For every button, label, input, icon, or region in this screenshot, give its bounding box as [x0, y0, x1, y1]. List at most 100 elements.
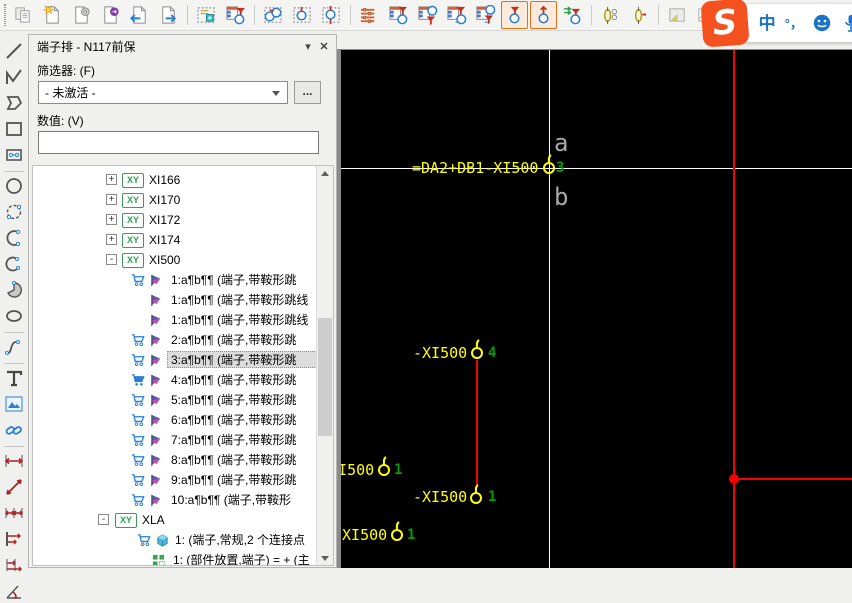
sort-terminals-button[interactable]: [414, 1, 441, 29]
emoji-button[interactable]: [812, 13, 832, 33]
move-toggle-button[interactable]: [530, 1, 557, 29]
terminal-row-6[interactable]: 6:a¶b¶¶ (端子,带鞍形跳: [33, 410, 319, 430]
circle-tool[interactable]: [2, 174, 26, 198]
rounded-rectangle-tool[interactable]: [2, 143, 26, 167]
dim-angle-tool[interactable]: [2, 579, 26, 603]
terminal-row-1a[interactable]: 1:a¶b¶¶ (端子,带鞍形跳: [33, 270, 319, 290]
xla-terminal-row[interactable]: 1: (端子,常规,2 个连接点: [33, 530, 319, 550]
dim-linear-tool[interactable]: [2, 449, 26, 473]
terminal-symbol-4[interactable]: [376, 456, 392, 478]
terminal-label-xi500-4[interactable]: -XI500: [413, 343, 467, 363]
new-page-button[interactable]: [39, 1, 66, 29]
terminal-row-1c[interactable]: 1:a¶b¶¶ (端子,带鞍形跳线: [33, 310, 319, 330]
panel-title-bar[interactable]: 端子排 - N117前保 ▾ ✕: [29, 35, 336, 57]
tree-item-xi174[interactable]: + XY XI174: [33, 230, 313, 250]
page-forward-button[interactable]: [155, 1, 182, 29]
dim-continued-tool[interactable]: [2, 501, 26, 525]
number-terminals-button[interactable]: [385, 1, 412, 29]
edit-terminal-strip-button[interactable]: [193, 1, 220, 29]
scrollbar-thumb[interactable]: [318, 318, 332, 436]
corner-fill-button[interactable]: [664, 1, 691, 29]
expand-icon[interactable]: +: [106, 234, 117, 245]
image-tool[interactable]: [2, 392, 26, 416]
filter-dropdown[interactable]: - 未激活 -: [38, 81, 288, 104]
swap-terminals-button[interactable]: [559, 1, 586, 29]
page-macro-button[interactable]: [97, 1, 124, 29]
collapse-icon[interactable]: -: [106, 254, 117, 265]
group-terminals-button[interactable]: [260, 1, 287, 29]
line-tool[interactable]: [2, 39, 26, 63]
terminal-symbol-5[interactable]: [389, 521, 405, 543]
xla-placement-row[interactable]: 1: (部件放置,端子) = + (主: [33, 550, 319, 566]
filter-toggle-button[interactable]: [501, 1, 528, 29]
polyline-tool[interactable]: [2, 65, 26, 89]
terminal-row-10[interactable]: 10:a¶b¶¶ (端子,带鞍形: [33, 490, 319, 510]
terminal-label-xi500-1[interactable]: -XI500: [413, 487, 467, 507]
dim-aligned-tool[interactable]: [2, 475, 26, 499]
tree-scrollbar[interactable]: [316, 166, 333, 565]
sogou-logo[interactable]: S: [700, 0, 749, 48]
terminal-row-5[interactable]: 5:a¶b¶¶ (端子,带鞍形跳: [33, 390, 319, 410]
polygon-tool[interactable]: [2, 91, 26, 115]
terminal-symbol-3[interactable]: [468, 484, 484, 506]
page-properties-button[interactable]: [68, 1, 95, 29]
insert-terminal-both-button[interactable]: [318, 1, 345, 29]
terminal-row-8[interactable]: 8:a¶b¶¶ (端子,带鞍形跳: [33, 450, 319, 470]
collapse-icon[interactable]: -: [98, 514, 109, 525]
expand-icon[interactable]: +: [106, 194, 117, 205]
expand-icon[interactable]: +: [106, 214, 117, 225]
tree-item-xla[interactable]: - XY XLA: [33, 510, 313, 530]
expand-icon[interactable]: +: [106, 174, 117, 185]
hyperlink-tool[interactable]: [2, 418, 26, 442]
tree-item-xi170[interactable]: + XY XI170: [33, 190, 313, 210]
device-label[interactable]: =DA2+DB1-XI500: [412, 158, 538, 178]
flag-icon: [149, 273, 164, 288]
value-input[interactable]: [38, 131, 319, 154]
terminal-row-4[interactable]: 4:a¶b¶¶ (端子,带鞍形跳: [33, 370, 319, 390]
terminal-row-1b[interactable]: 1:a¶b¶¶ (端子,带鞍形跳线: [33, 290, 319, 310]
terminal-row-2[interactable]: 2:a¶b¶¶ (端子,带鞍形跳: [33, 330, 319, 350]
text-tool[interactable]: [2, 366, 26, 390]
ellipse-tool[interactable]: [2, 304, 26, 328]
wire-terminal-segment[interactable]: [476, 360, 478, 487]
renumber-terminals-button[interactable]: [443, 1, 470, 29]
wire-vertical-main[interactable]: [733, 50, 735, 568]
schematic-canvas[interactable]: =DA2+DB1-XI500 3 a b -XI500 4 -XI500 1 -…: [341, 50, 852, 568]
jumper-symbol-1-button[interactable]: [597, 1, 624, 29]
terminal-symbol-2[interactable]: [469, 339, 485, 361]
rectangle-tool[interactable]: [2, 117, 26, 141]
chinese-mode-button[interactable]: 中: [759, 15, 776, 32]
panel-close-button[interactable]: ✕: [316, 38, 332, 54]
panel-pin-button[interactable]: ▾: [300, 38, 316, 54]
dim-incremental-tool[interactable]: [2, 553, 26, 577]
filter-more-button[interactable]: ...: [294, 81, 321, 104]
jumper-symbol-2-button[interactable]: [626, 1, 653, 29]
terminal-row-7[interactable]: 7:a¶b¶¶ (端子,带鞍形跳: [33, 430, 319, 450]
tree-item-xi500[interactable]: - XY XI500: [33, 250, 313, 270]
tree-item-xi172[interactable]: + XY XI172: [33, 210, 313, 230]
multiple-terminals-button[interactable]: [356, 1, 383, 29]
wire-horizontal-branch[interactable]: [734, 478, 852, 480]
spline-tool[interactable]: [2, 335, 26, 359]
terminal-navigator-button[interactable]: [222, 1, 249, 29]
arc-tool[interactable]: [2, 226, 26, 250]
circle-by-points-tool[interactable]: [2, 200, 26, 224]
scroll-up-icon[interactable]: [319, 167, 331, 179]
microphone-button[interactable]: [841, 13, 852, 33]
scroll-down-icon[interactable]: [319, 552, 331, 564]
terminal-row-3-selected[interactable]: 3:a¶b¶¶ (端子,带鞍形跳: [33, 350, 319, 370]
resort-terminals-button[interactable]: [472, 1, 499, 29]
sector-tool[interactable]: [2, 278, 26, 302]
toolbar-grip[interactable]: [4, 4, 6, 26]
punctuation-button[interactable]: °，: [785, 17, 803, 30]
page-back-button[interactable]: [126, 1, 153, 29]
terminal-label-clipped-1[interactable]: -XI500: [341, 460, 374, 480]
tree-item-xi166[interactable]: + XY XI166: [33, 170, 313, 190]
insert-terminal-top-button[interactable]: [289, 1, 316, 29]
dim-baseline-tool[interactable]: [2, 527, 26, 551]
terminal-row-9[interactable]: 9:a¶b¶¶ (端子,带鞍形跳: [33, 470, 319, 490]
terminal-label-clipped-2[interactable]: -XI500: [341, 525, 387, 545]
copy-page-button[interactable]: [10, 1, 37, 29]
arc-3-point-tool[interactable]: [2, 252, 26, 276]
terminal-symbol-1[interactable]: [541, 154, 557, 176]
